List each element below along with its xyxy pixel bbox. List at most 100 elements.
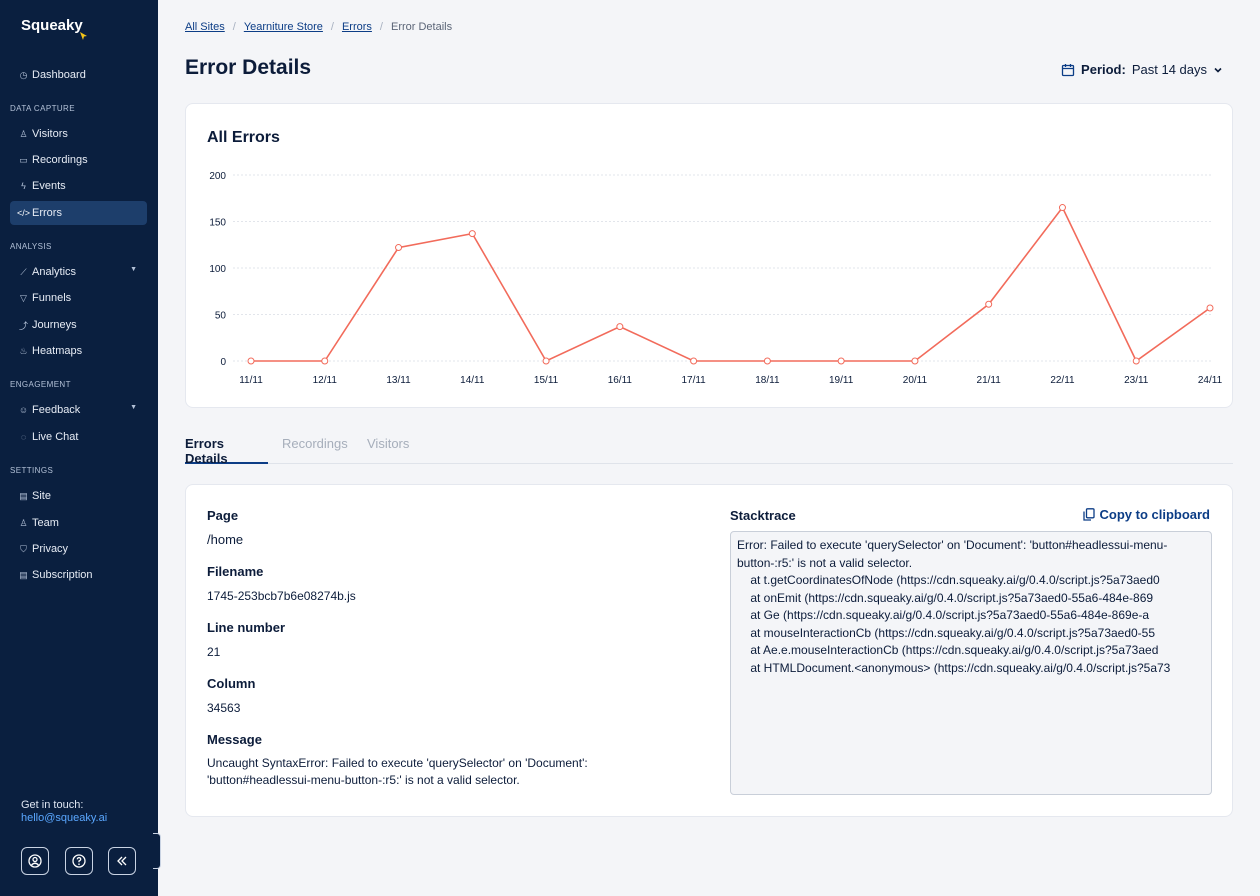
sidebar-item-privacy[interactable]: ⛉ Privacy xyxy=(10,537,147,561)
filename-value: 1745-253bcb7b6e08274b.js xyxy=(207,589,356,603)
section-title-engagement: ENGAGEMENT xyxy=(10,380,71,389)
line-number-label: Line number xyxy=(207,620,286,635)
tab-errors-details[interactable]: Errors Details xyxy=(185,436,268,466)
data-point xyxy=(837,357,845,365)
sidebar-item-label: Analytics xyxy=(32,266,77,278)
sidebar-resize-handle[interactable] xyxy=(153,833,161,869)
analytics-icon: ⟋ xyxy=(20,266,27,277)
copy-button-label: Copy to clipboard xyxy=(1099,507,1211,522)
heatmaps-icon: ♨ xyxy=(19,345,28,356)
sidebar-item-analytics[interactable]: ⟋ Analytics ▼ xyxy=(10,260,147,284)
y-tick-label: 0 xyxy=(220,357,226,368)
period-selector[interactable]: Period: Past 14 days xyxy=(1061,62,1223,77)
breadcrumb-all-sites[interactable]: All Sites xyxy=(185,21,225,33)
data-point xyxy=(690,357,698,365)
sidebar-item-errors[interactable]: </> Errors xyxy=(10,201,147,225)
data-point xyxy=(468,230,476,238)
page-value: /home xyxy=(207,532,244,547)
sidebar-item-live-chat[interactable]: ◌ Live Chat xyxy=(10,425,147,449)
y-tick-label: 200 xyxy=(209,171,226,182)
page-label: Page xyxy=(207,508,239,523)
sidebar-item-visitors[interactable]: ♙ Visitors xyxy=(10,122,147,146)
section-title-settings: SETTINGS xyxy=(10,466,54,475)
x-tick-label: 24/11 xyxy=(1198,375,1223,386)
section-title-data-capture: DATA CAPTURE xyxy=(10,104,75,113)
x-tick-label: 19/11 xyxy=(829,375,854,386)
tab-visitors[interactable]: Visitors xyxy=(367,436,409,464)
data-point xyxy=(542,357,550,365)
y-tick-label: 50 xyxy=(215,311,227,322)
subscription-icon: ▤ xyxy=(19,569,28,580)
y-tick-label: 150 xyxy=(209,218,226,229)
breadcrumb-errors[interactable]: Errors xyxy=(342,21,372,33)
copy-to-clipboard-button[interactable]: Copy to clipboard xyxy=(1082,507,1211,522)
sidebar-item-heatmaps[interactable]: ♨ Heatmaps xyxy=(10,339,147,363)
data-point xyxy=(985,300,993,308)
x-tick-label: 11/11 xyxy=(239,375,263,386)
site-icon: ▤ xyxy=(19,490,28,501)
account-button[interactable] xyxy=(21,847,49,875)
sidebar-item-dashboard[interactable]: ◷ Dashboard xyxy=(10,63,147,87)
sidebar-item-recordings[interactable]: ▭ Recordings xyxy=(10,148,147,172)
data-point xyxy=(321,357,329,365)
sidebar-item-label: Dashboard xyxy=(32,69,86,81)
breadcrumb-current: Error Details xyxy=(390,21,453,33)
sidebar-item-feedback[interactable]: ☺ Feedback ▼ xyxy=(10,398,147,422)
chevrons-left-icon xyxy=(117,856,127,866)
line-number-value: 21 xyxy=(207,645,221,659)
x-tick-label: 14/11 xyxy=(460,375,485,386)
section-title-analysis: ANALYSIS xyxy=(10,242,52,251)
errors-chart-card: All Errors 0 50 100 150 200 11/11 12/11 13/11 14… xyxy=(185,103,1233,408)
contact-email-link[interactable]: hello@squeaky.ai xyxy=(21,812,107,824)
sidebar-item-label: Errors xyxy=(32,207,62,219)
calendar-icon xyxy=(1061,63,1075,76)
sidebar-item-label: Subscription xyxy=(32,569,93,581)
recordings-icon: ▭ xyxy=(19,154,28,165)
x-tick-label: 16/11 xyxy=(608,375,633,386)
tab-recordings[interactable]: Recordings xyxy=(282,436,348,464)
chevron-down-icon xyxy=(1214,67,1222,73)
sidebar-item-subscription[interactable]: ▤ Subscription xyxy=(10,563,147,587)
x-tick-label: 15/11 xyxy=(534,375,559,386)
message-label: Message xyxy=(207,732,262,747)
x-tick-label: 22/11 xyxy=(1050,375,1075,386)
team-icon: ♙ xyxy=(19,517,28,528)
sidebar: Squeaky ◷ Dashboard DATA CAPTURE ♙ Visit… xyxy=(0,0,158,896)
stacktrace-text[interactable]: Error: Failed to execute 'querySelector'… xyxy=(730,531,1212,795)
data-point xyxy=(763,357,771,365)
sidebar-item-label: Recordings xyxy=(32,154,88,166)
help-button[interactable] xyxy=(65,847,93,875)
errors-line-chart: 0 50 100 150 200 11/11 12/11 13/11 14/11 15/11 16/… xyxy=(209,171,1223,386)
x-tick-label: 18/11 xyxy=(755,375,780,386)
data-point xyxy=(911,357,919,365)
breadcrumb-separator: / xyxy=(232,21,236,33)
stacktrace-label: Stacktrace xyxy=(730,508,796,523)
dashboard-icon: ◷ xyxy=(19,69,28,80)
sidebar-item-team[interactable]: ♙ Team xyxy=(10,511,147,535)
breadcrumb-site[interactable]: Yearniture Store xyxy=(244,21,323,33)
errors-icon: </> xyxy=(17,208,31,218)
sidebar-item-label: Team xyxy=(32,517,59,529)
visitors-icon: ♙ xyxy=(19,128,28,139)
data-point xyxy=(616,323,624,331)
sidebar-item-events[interactable]: ϟ Events xyxy=(10,174,147,198)
app-logo: Squeaky xyxy=(21,17,83,34)
data-point xyxy=(1206,304,1214,312)
sidebar-item-funnels[interactable]: ▽ Funnels xyxy=(10,286,147,310)
sidebar-item-label: Events xyxy=(32,180,66,192)
data-point xyxy=(247,357,255,365)
data-point xyxy=(395,244,403,252)
sidebar-item-site[interactable]: ▤ Site xyxy=(10,484,147,508)
sidebar-item-journeys[interactable]: ⤴ Journeys xyxy=(10,313,147,337)
sidebar-item-label: Heatmaps xyxy=(32,345,83,357)
journeys-icon: ⤴ xyxy=(18,320,28,331)
data-point xyxy=(1132,357,1140,365)
data-point xyxy=(1058,204,1066,212)
chevron-down-icon: ▼ xyxy=(130,266,137,273)
contact-label: Get in touch: xyxy=(21,799,84,811)
logo-cursor-icon xyxy=(80,32,87,40)
x-tick-label: 20/11 xyxy=(903,375,928,386)
x-tick-label: 13/11 xyxy=(386,375,411,386)
live-chat-icon: ◌ xyxy=(20,432,27,442)
collapse-sidebar-button[interactable] xyxy=(108,847,136,875)
